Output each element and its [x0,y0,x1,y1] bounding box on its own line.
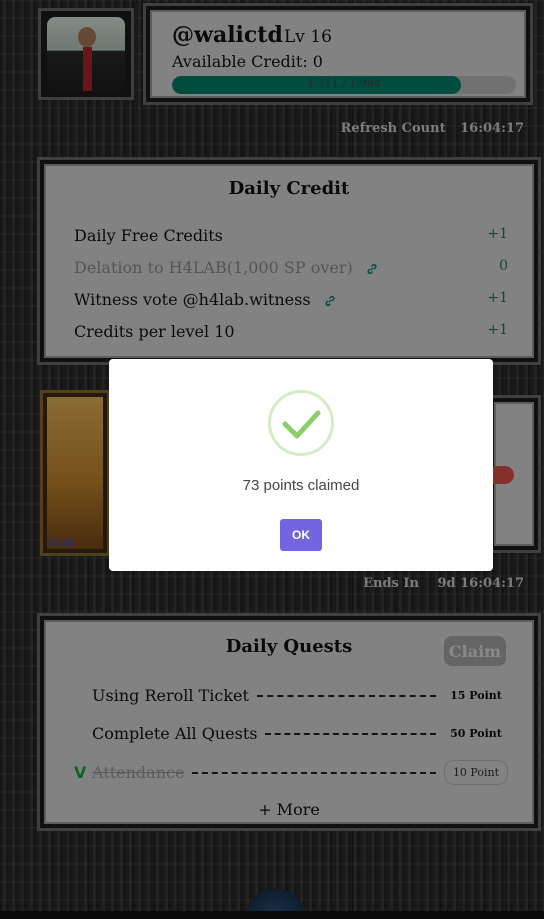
modal-message: 73 points claimed [242,477,360,494]
success-modal: 73 points claimed OK [109,359,493,571]
success-check-icon [268,390,334,456]
ok-button[interactable]: OK [280,519,322,551]
